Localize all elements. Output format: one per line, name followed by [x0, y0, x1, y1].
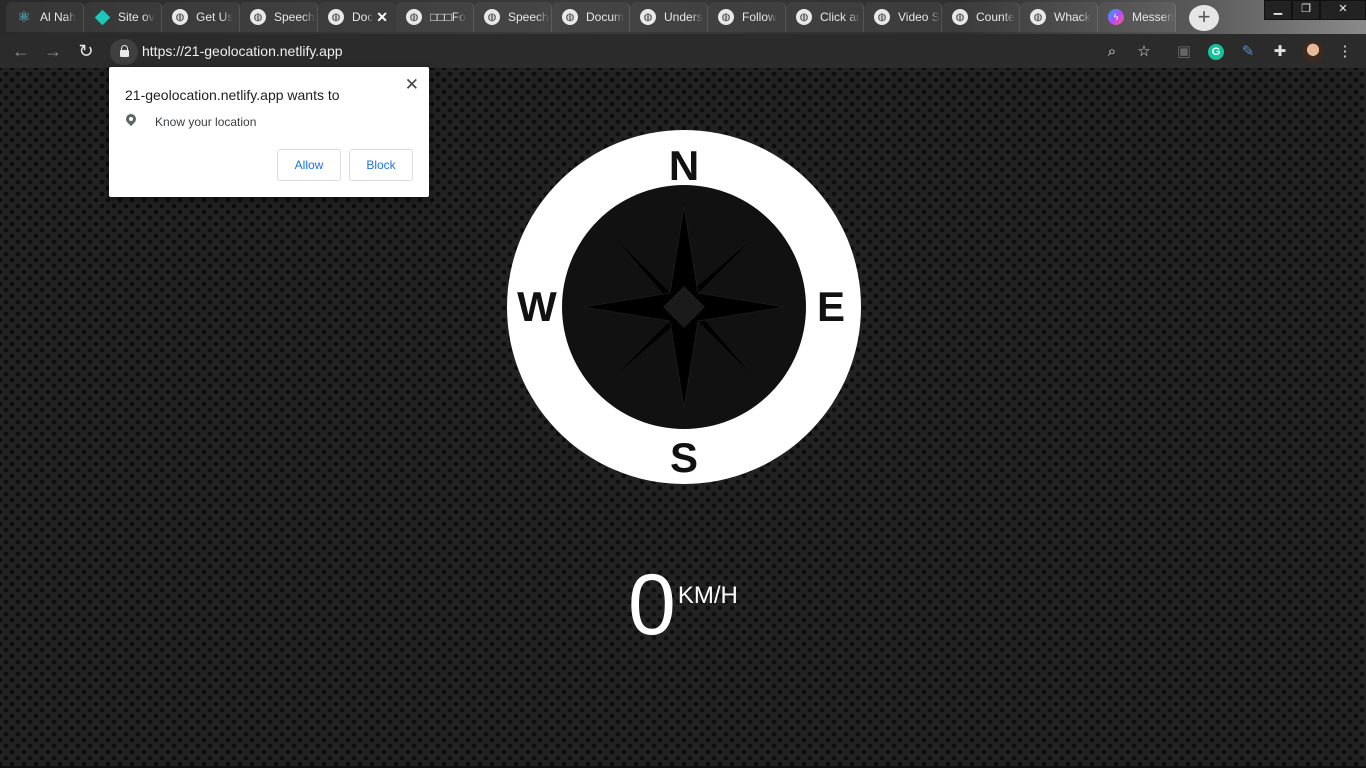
tab[interactable]: ◍ Speech — [474, 2, 552, 32]
globe-icon: ◍ — [1030, 9, 1046, 25]
permission-dialog-title: 21-geolocation.netlify.app wants to — [125, 87, 340, 103]
globe-icon: ◍ — [562, 9, 578, 25]
tab[interactable]: ϟ Messen — [1098, 2, 1176, 32]
tab[interactable]: ◍ Follow — [708, 2, 786, 32]
menu-kebab-icon[interactable]: ⋮ — [1335, 42, 1355, 62]
tab[interactable]: ◍ Video S — [864, 2, 942, 32]
tab-title: Follow — [742, 10, 777, 24]
tab-title: Al Nah — [40, 10, 77, 24]
tab-strip: ⚛ Al Nah Site ov ◍ Get Us ◍ Speech ◍ Doc ✕ ◍ □… — [0, 0, 1366, 34]
tab-active[interactable]: ◍ Doc ✕ — [318, 2, 396, 32]
tab-title: Get Us — [196, 10, 234, 24]
compass-east-label: E — [817, 283, 845, 330]
permission-row: Know your location — [125, 114, 256, 130]
tab[interactable]: ◍ Speech — [240, 2, 318, 32]
tab[interactable]: ◍ Docum — [552, 2, 630, 32]
location-pin-icon — [125, 114, 137, 130]
window-controls: ▁ ❐ ✕ — [1264, 0, 1366, 20]
tab-title: Video S — [898, 10, 940, 24]
react-icon: ⚛ — [17, 9, 31, 26]
puzzle-extensions-icon[interactable]: ✚ — [1270, 42, 1290, 62]
tab[interactable]: ◍ Whack — [1020, 2, 1098, 32]
forward-button[interactable]: → — [42, 41, 64, 63]
tab[interactable]: ⚛ Al Nah — [6, 2, 84, 32]
close-tab-icon[interactable]: ✕ — [376, 9, 388, 26]
messenger-icon: ϟ — [1108, 9, 1124, 25]
globe-icon: ◍ — [250, 9, 266, 25]
globe-icon: ◍ — [172, 9, 188, 25]
tab-title: Speech — [274, 10, 315, 24]
globe-icon: ◍ — [718, 9, 734, 25]
tab-title: Click ar — [820, 10, 861, 24]
address-text[interactable]: https://21-geolocation.netlify.app — [142, 43, 343, 59]
grammarly-icon[interactable]: G — [1208, 44, 1224, 60]
globe-icon: ◍ — [406, 9, 422, 25]
compass-north-label: N — [669, 142, 699, 189]
tab-title: Whack — [1054, 10, 1091, 24]
tab[interactable]: ◍ Click ar — [786, 2, 864, 32]
tab-title: Doc — [352, 10, 374, 24]
reload-button[interactable]: ↻ — [75, 41, 97, 63]
tab-list: ⚛ Al Nah Site ov ◍ Get Us ◍ Speech ◍ Doc ✕ ◍ □… — [6, 2, 1176, 34]
tab-title: Messen — [1132, 10, 1175, 24]
tab[interactable]: ◍ Get Us — [162, 2, 240, 32]
tab[interactable]: ◍ Unders — [630, 2, 708, 32]
restore-button[interactable]: ❐ — [1292, 0, 1320, 20]
extension-icon[interactable]: ▣ — [1174, 42, 1194, 62]
minimize-button[interactable]: ▁ — [1264, 0, 1292, 20]
lock-icon[interactable] — [110, 39, 138, 65]
globe-icon: ◍ — [952, 9, 968, 25]
netlify-icon — [94, 9, 110, 25]
allow-button[interactable]: Allow — [277, 149, 341, 181]
compass: N S E W — [507, 130, 861, 484]
tab-title: Unders — [664, 10, 703, 24]
tab-title: □□□Fo — [430, 10, 466, 24]
close-icon[interactable]: ✕ — [405, 75, 419, 95]
speed-value: 0 — [628, 557, 676, 653]
back-button[interactable]: ← — [10, 41, 32, 63]
speedometer: 0 KM/H — [628, 560, 738, 650]
globe-icon: ◍ — [640, 9, 656, 25]
tab[interactable]: ◍ □□□Fo — [396, 2, 474, 32]
zoom-icon[interactable]: ⌕ — [1102, 42, 1122, 62]
globe-icon: ◍ — [484, 9, 500, 25]
close-window-button[interactable]: ✕ — [1320, 0, 1366, 20]
profile-avatar[interactable] — [1302, 41, 1324, 63]
tab-title: Counte — [976, 10, 1015, 24]
tab-title: Speech — [508, 10, 549, 24]
tab[interactable]: Site ov — [84, 2, 162, 32]
browser-toolbar: ← → ↻ https://21-geolocation.netlify.app… — [0, 34, 1366, 69]
globe-icon: ◍ — [328, 9, 344, 25]
globe-icon: ◍ — [874, 9, 890, 25]
compass-west-label: W — [517, 283, 557, 330]
compass-south-label: S — [670, 434, 698, 481]
bookmark-star-icon[interactable]: ☆ — [1134, 42, 1154, 62]
tab-title: Site ov — [118, 10, 155, 24]
globe-icon: ◍ — [796, 9, 812, 25]
location-permission-dialog: 21-geolocation.netlify.app wants to ✕ Kn… — [109, 67, 429, 197]
pen-extension-icon[interactable]: ✎ — [1238, 42, 1258, 62]
tab-title: Docum — [586, 10, 625, 24]
tab[interactable]: ◍ Counte — [942, 2, 1020, 32]
new-tab-button[interactable]: + — [1189, 5, 1219, 31]
speed-unit: KM/H — [677, 582, 738, 609]
block-button[interactable]: Block — [349, 149, 413, 181]
permission-text: Know your location — [155, 115, 257, 129]
